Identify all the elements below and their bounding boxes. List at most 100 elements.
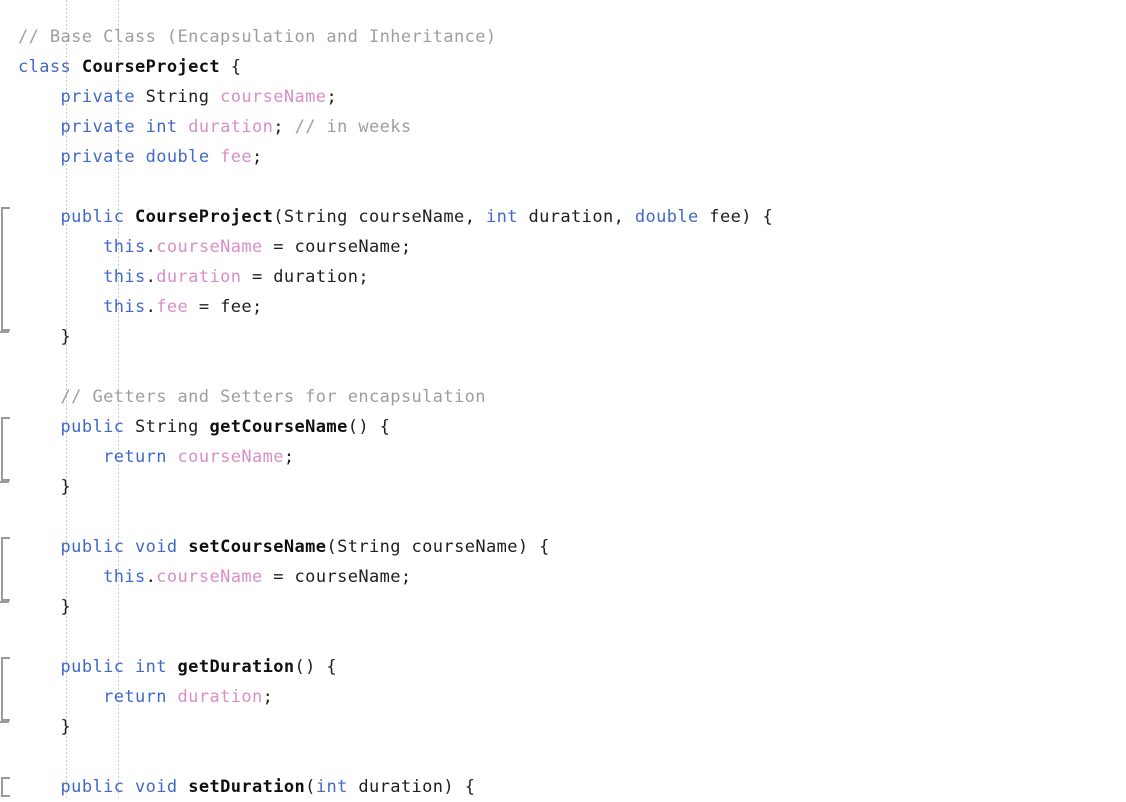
code-token-pln (18, 567, 103, 587)
code-token-pln: duration) { (347, 777, 476, 797)
code-token-kw: private (60, 87, 135, 107)
code-line[interactable]: } (0, 322, 1126, 352)
code-token-pun: . (145, 267, 157, 287)
code-line[interactable]: public String getCourseName() { (0, 412, 1126, 442)
code-token-mth: setCourseName (188, 537, 327, 557)
code-token-pln (18, 207, 61, 227)
code-line[interactable]: return duration; (0, 682, 1126, 712)
code-line[interactable]: private double fee; (0, 142, 1126, 172)
code-token-pln: (String courseName, (273, 207, 486, 227)
code-token-pln (178, 777, 189, 797)
code-token-kw: class (18, 57, 82, 77)
code-token-typ: String (135, 87, 221, 107)
code-line[interactable]: public void setCourseName(String courseN… (0, 532, 1126, 562)
code-line[interactable]: public int getDuration() { (0, 652, 1126, 682)
code-token-fld: courseName (156, 237, 263, 257)
code-line[interactable] (0, 742, 1126, 772)
code-token-pln: = duration; (241, 267, 369, 287)
code-line[interactable] (0, 502, 1126, 532)
code-token-kw: this (103, 267, 146, 287)
code-line[interactable]: class CourseProject { (0, 52, 1126, 82)
code-token-pun: ; (273, 117, 295, 137)
code-token-pln (124, 207, 135, 227)
code-token-fld: courseName (220, 87, 327, 107)
code-editor[interactable]: // Base Class (Encapsulation and Inherit… (0, 0, 1126, 797)
code-token-pln (18, 117, 61, 137)
code-token-pln (209, 147, 220, 167)
code-token-pln (167, 657, 178, 677)
code-token-pln: () { (294, 657, 338, 677)
code-line[interactable]: this.courseName = courseName; (0, 232, 1126, 262)
code-token-kw: public (60, 777, 125, 797)
code-token-pun: } (18, 327, 72, 347)
code-token-mth: getCourseName (209, 417, 348, 437)
code-token-cmt: // Base Class (Encapsulation and Inherit… (18, 27, 497, 47)
code-token-cmt: // in weeks (294, 117, 412, 137)
code-token-pln: fee) { (698, 207, 774, 227)
code-line[interactable]: this.courseName = courseName; (0, 562, 1126, 592)
code-token-pun: ; (326, 87, 338, 107)
code-line[interactable]: private String courseName; (0, 82, 1126, 112)
code-token-pln: = fee; (188, 297, 263, 317)
code-token-pln (18, 87, 61, 107)
code-line[interactable]: this.fee = fee; (0, 292, 1126, 322)
code-token-pln (18, 237, 103, 257)
code-line[interactable]: } (0, 712, 1126, 742)
code-token-pln (167, 687, 178, 707)
code-token-pln (18, 657, 61, 677)
code-token-pun: ; (283, 447, 295, 467)
code-token-kw: this (103, 567, 146, 587)
code-line[interactable]: // Base Class (Encapsulation and Inherit… (0, 22, 1126, 52)
code-line[interactable]: return courseName; (0, 442, 1126, 472)
code-token-kw: int (315, 777, 348, 797)
code-content[interactable]: // Base Class (Encapsulation and Inherit… (0, 0, 1126, 802)
code-token-pln: () { (347, 417, 391, 437)
code-token-pln: = courseName; (262, 237, 412, 257)
code-token-pln (178, 117, 189, 137)
code-token-pln (18, 297, 103, 317)
code-token-kw: public (60, 417, 125, 437)
code-token-kw: double (634, 207, 699, 227)
code-token-kw: public (60, 657, 125, 677)
code-token-kw: int (485, 207, 518, 227)
code-token-kw: double (145, 147, 210, 167)
code-token-pun: } (18, 477, 72, 497)
code-token-pln (18, 537, 61, 557)
code-token-pln (178, 537, 189, 557)
code-token-kw: int (145, 117, 178, 137)
code-token-pln: = courseName; (262, 567, 412, 587)
code-line[interactable]: public void setDuration(int duration) { (0, 772, 1126, 802)
code-token-pln: ( (305, 777, 316, 797)
code-token-pun: ; (262, 687, 274, 707)
code-line[interactable]: public CourseProject(String courseName, … (0, 202, 1126, 232)
code-token-kw: public (60, 537, 125, 557)
code-token-fld: duration (156, 267, 242, 287)
code-line[interactable]: } (0, 592, 1126, 622)
code-token-fld: fee (156, 297, 189, 317)
code-token-kw: private (60, 147, 135, 167)
code-line[interactable]: } (0, 472, 1126, 502)
code-line[interactable] (0, 622, 1126, 652)
code-token-pln (18, 417, 61, 437)
code-token-pln (18, 777, 61, 797)
code-line[interactable] (0, 352, 1126, 382)
code-token-pln: (String courseName) { (326, 537, 550, 557)
code-token-pln (135, 147, 146, 167)
code-token-pln: duration, (517, 207, 635, 227)
code-token-mth: setDuration (188, 777, 306, 797)
code-token-mth: CourseProject (135, 207, 274, 227)
code-token-pln (18, 687, 103, 707)
code-token-kw: void (135, 537, 178, 557)
code-token-pln (167, 447, 178, 467)
code-token-pun: . (145, 567, 157, 587)
code-token-pln (18, 387, 61, 407)
code-line[interactable] (0, 172, 1126, 202)
code-line[interactable]: this.duration = duration; (0, 262, 1126, 292)
code-token-pln (18, 147, 61, 167)
code-token-pln (124, 777, 135, 797)
code-line[interactable]: private int duration; // in weeks (0, 112, 1126, 142)
code-token-kw: int (135, 657, 167, 677)
code-line[interactable]: // Getters and Setters for encapsulation (0, 382, 1126, 412)
code-token-pln (124, 657, 135, 677)
code-token-kw: return (103, 687, 167, 707)
